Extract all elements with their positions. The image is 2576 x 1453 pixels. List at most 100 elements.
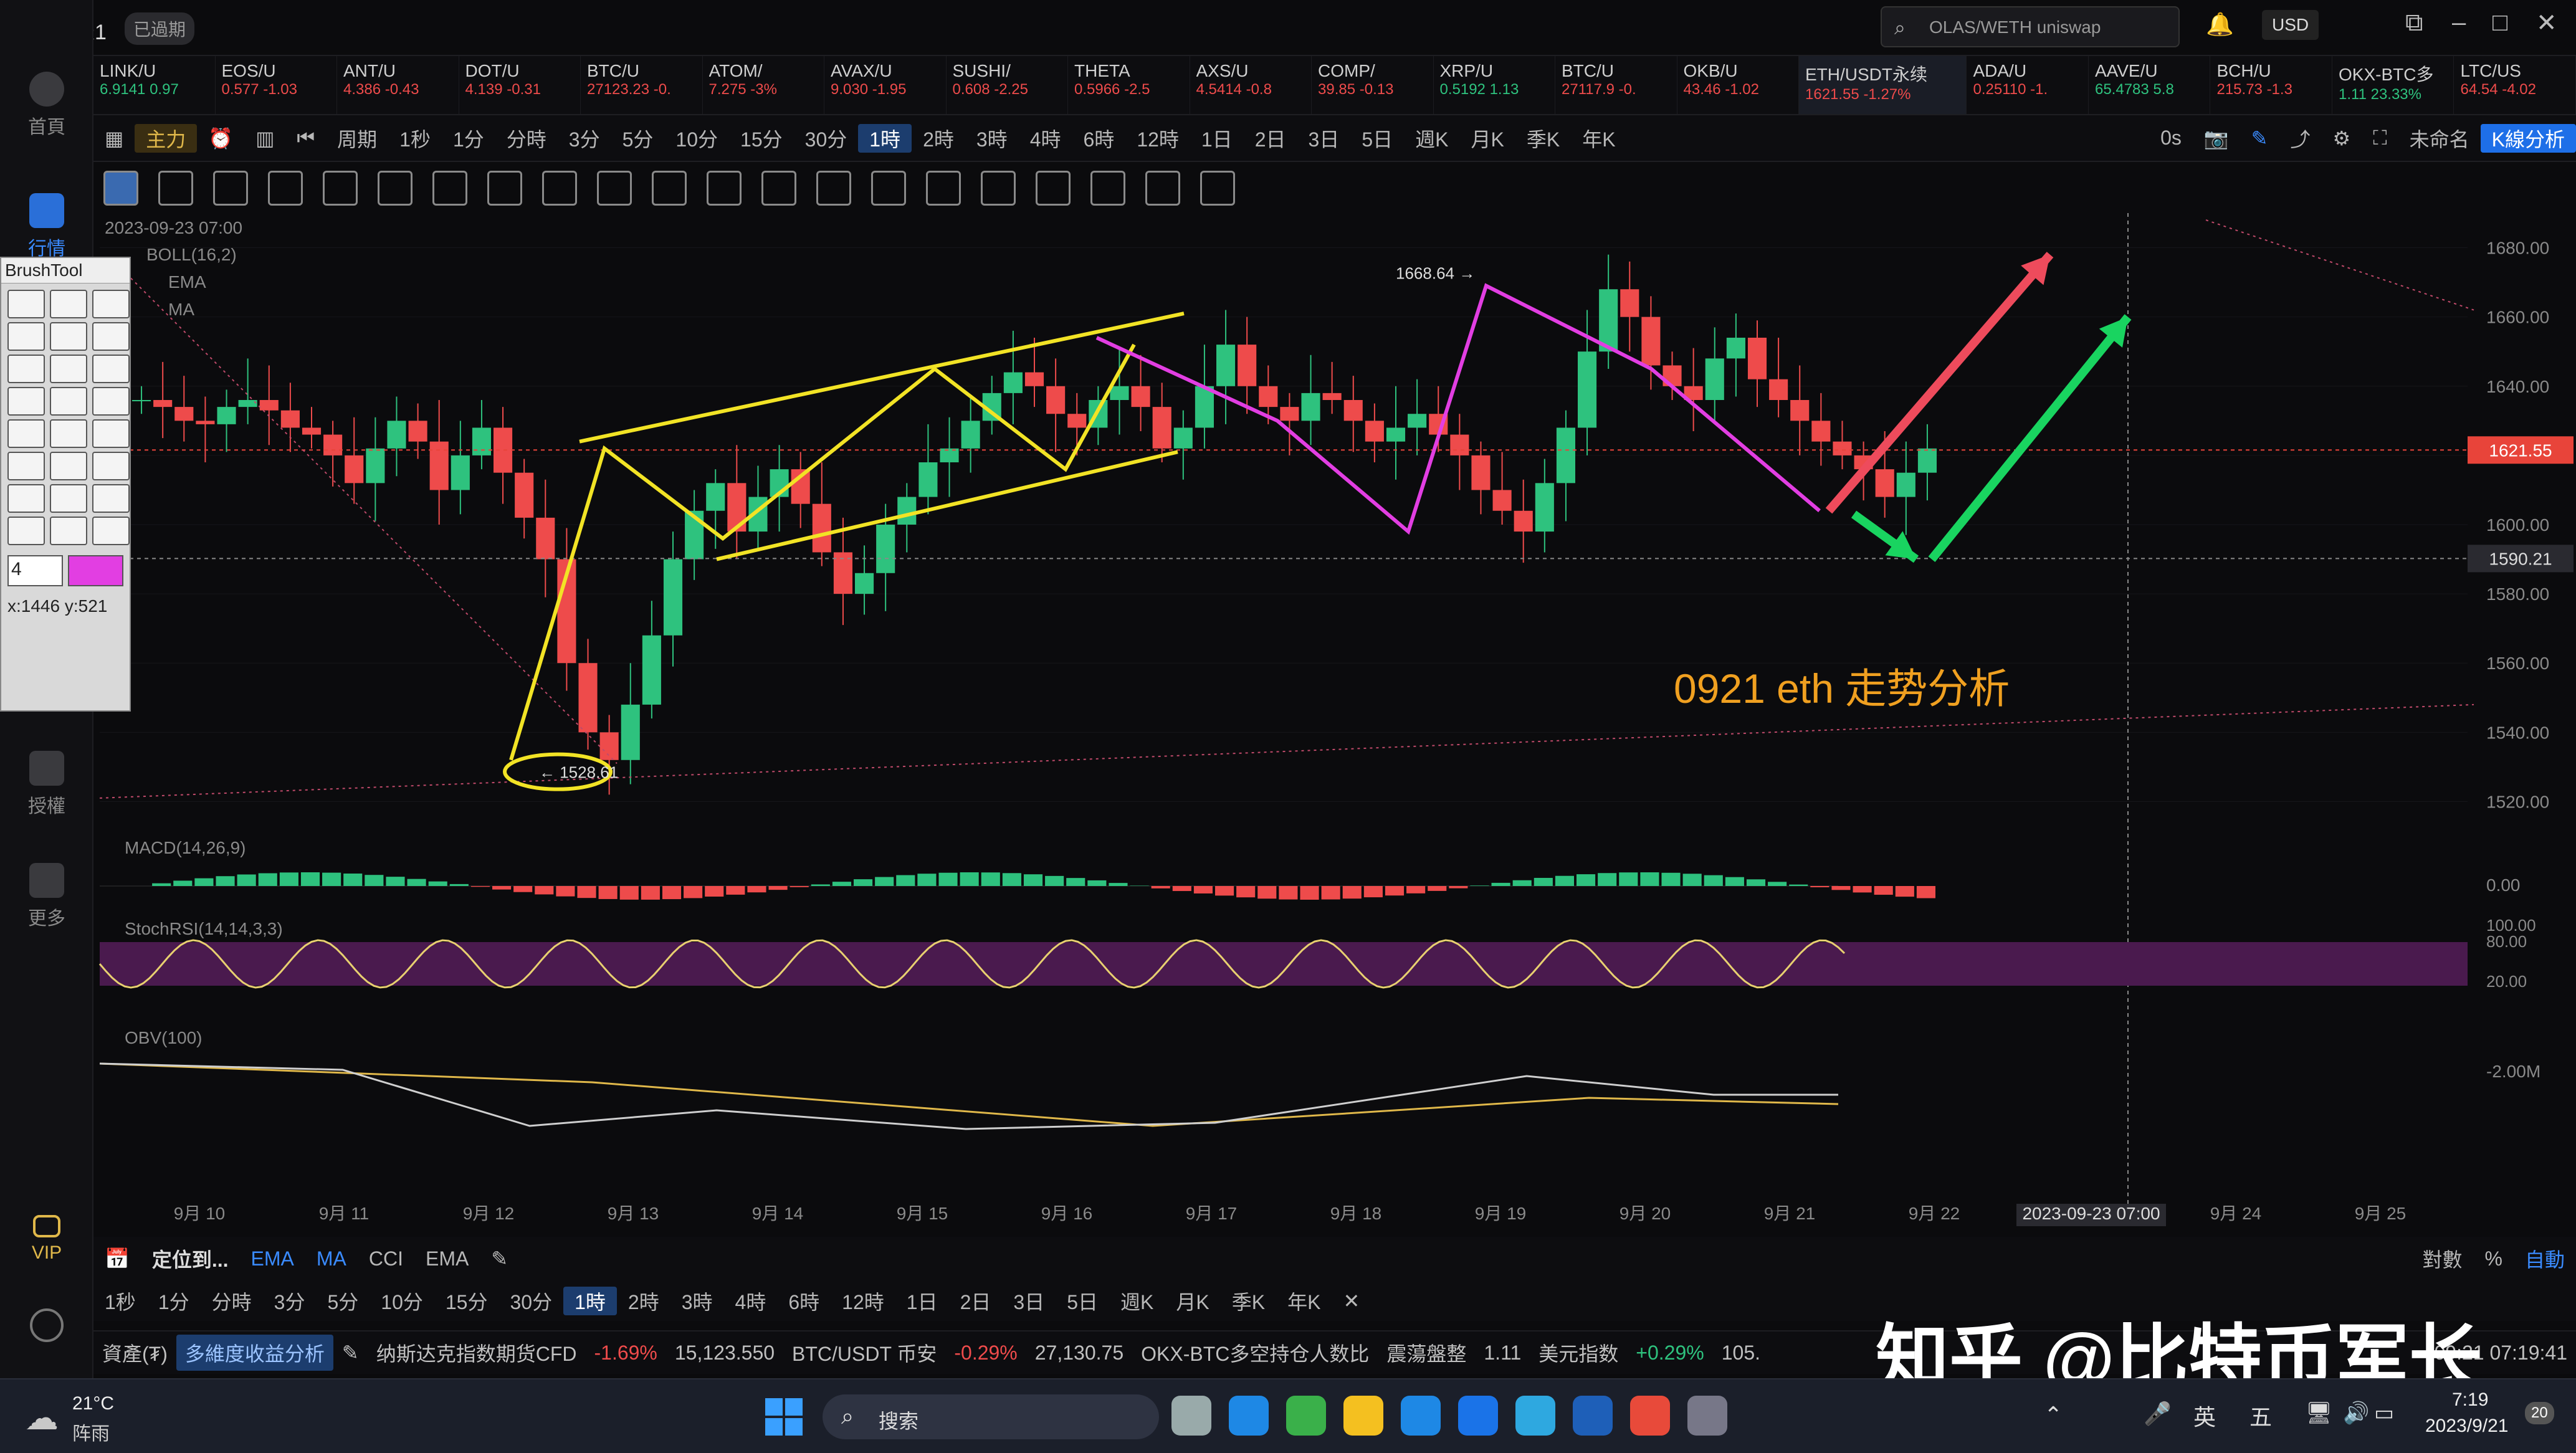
ticker-14[interactable]: ETH/USDT永续 1621.55 -1.27% <box>1799 56 1967 114</box>
reset-icon[interactable] <box>1200 171 1235 206</box>
notification-badge[interactable]: 20 <box>2525 1402 2554 1424</box>
cloud-layout[interactable]: 未命名 <box>2398 124 2481 153</box>
bottom-period-21[interactable]: 年K <box>1276 1287 1332 1315</box>
period-12[interactable]: 6時 <box>1072 124 1126 153</box>
alarm-icon[interactable]: ⏰ <box>197 126 244 150</box>
assets-label[interactable]: 資產(₮) <box>93 1338 176 1367</box>
erase-icon[interactable] <box>597 171 632 206</box>
measure-icon[interactable] <box>707 171 742 206</box>
taskbar-app-1-icon[interactable] <box>1229 1396 1269 1436</box>
trash-icon[interactable] <box>1036 171 1071 206</box>
ticker-9[interactable]: AXS/U 4.5414 -0.8 <box>1190 56 1312 114</box>
taskbar-app-4-icon[interactable] <box>1401 1396 1441 1436</box>
period-11[interactable]: 4時 <box>1019 124 1072 153</box>
brush-tool-23-icon[interactable] <box>92 517 130 545</box>
main-button[interactable]: 主力 <box>135 123 198 153</box>
taskbar-app-5-icon[interactable] <box>1458 1396 1498 1436</box>
calendar-icon[interactable]: 📅 <box>93 1247 141 1270</box>
bottom-period-0[interactable]: 1秒 <box>93 1287 147 1315</box>
bottom-period-15[interactable]: 2日 <box>949 1287 1003 1315</box>
brush-tool-21-icon[interactable] <box>7 517 45 545</box>
period-9[interactable]: 2時 <box>912 124 965 153</box>
camera-icon[interactable]: 📷 <box>2193 126 2240 150</box>
log-toggle[interactable]: 對數 <box>2411 1244 2474 1273</box>
line-icon[interactable] <box>158 171 193 206</box>
brush-tool-0-icon[interactable] <box>7 290 45 318</box>
brush-tool-17-icon[interactable] <box>92 452 130 480</box>
period-5[interactable]: 10分 <box>664 124 729 153</box>
period-15[interactable]: 2日 <box>1244 124 1297 153</box>
nav-home[interactable]: 首頁 <box>0 72 93 139</box>
bell-icon[interactable]: 🔔 <box>2206 11 2234 37</box>
period-6[interactable]: 15分 <box>729 124 794 153</box>
bottom-period-18[interactable]: 週K <box>1109 1287 1165 1315</box>
mic-icon[interactable]: 🎤 <box>2144 1401 2172 1427</box>
brush-tool-8-icon[interactable] <box>92 355 130 383</box>
auto-toggle[interactable]: 自動 <box>2514 1244 2576 1273</box>
indicator-boll[interactable]: BOLL(16,2) <box>146 245 237 265</box>
ticker-6[interactable]: AVAX/U 9.030 -1.95 <box>824 56 947 114</box>
tag-cci[interactable]: CCI <box>358 1247 414 1270</box>
list-icon[interactable] <box>981 171 1016 206</box>
lock-icon[interactable] <box>871 171 906 206</box>
period-10[interactable]: 3時 <box>965 124 1019 153</box>
brush-tool-14-icon[interactable] <box>92 419 130 448</box>
bottom-period-1[interactable]: 1分 <box>147 1287 201 1315</box>
brush-size-select[interactable]: 4 <box>7 555 64 586</box>
brush-tool-7-icon[interactable] <box>50 355 87 383</box>
taskbar-app-9-icon[interactable] <box>1687 1396 1727 1436</box>
ticker-18[interactable]: OKX-BTC多 1.11 23.33% <box>2332 56 2454 114</box>
indicator-ema[interactable]: EMA <box>168 272 206 292</box>
bottom-period-2[interactable]: 分時 <box>201 1287 263 1315</box>
brush-tool-20-icon[interactable] <box>92 484 130 513</box>
k-analysis-button[interactable]: K線分析 <box>2480 123 2576 153</box>
tag-ema-2[interactable]: EMA <box>414 1247 480 1270</box>
ruler-icon[interactable] <box>761 171 796 206</box>
ticker-1[interactable]: EOS/U 0.577 -1.03 <box>216 56 337 114</box>
ticker-19[interactable]: LTC/US 64.54 -4.02 <box>2454 56 2576 114</box>
ticker-17[interactable]: BCH/U 215.73 -1.3 <box>2210 56 2332 114</box>
indicator-ma[interactable]: MA <box>168 300 194 320</box>
close-periods-icon[interactable]: ✕ <box>1332 1289 1371 1313</box>
settings-icon[interactable] <box>30 1308 64 1342</box>
brush-tool-11-icon[interactable] <box>92 387 130 416</box>
tag-ma[interactable]: MA <box>305 1247 358 1270</box>
brush-tool-18-icon[interactable] <box>7 484 45 513</box>
clock-time[interactable]: 7:19 <box>2452 1389 2488 1411</box>
brush-tool-13-icon[interactable] <box>50 419 87 448</box>
bottom-period-9[interactable]: 2時 <box>617 1287 670 1315</box>
tag-ema[interactable]: EMA <box>240 1247 305 1270</box>
taskbar-app-0-icon[interactable] <box>1171 1396 1211 1436</box>
maximize-icon[interactable]: □ <box>2493 9 2507 37</box>
bottom-period-11[interactable]: 4時 <box>724 1287 778 1315</box>
bottom-period-12[interactable]: 6時 <box>777 1287 831 1315</box>
ticker-13[interactable]: OKB/U 43.46 -1.02 <box>1677 56 1799 114</box>
panel-icon[interactable]: ▥ <box>244 126 285 150</box>
settings-small-icon[interactable]: ⚙ <box>2322 126 2362 150</box>
ticker-15[interactable]: ADA/U 0.25110 -1. <box>1967 56 2089 114</box>
brush-tool-12-icon[interactable] <box>7 419 45 448</box>
search-input[interactable]: ⌕ OLAS/WETH uniswap <box>1881 6 2180 47</box>
bottom-period-17[interactable]: 5日 <box>1056 1287 1109 1315</box>
ticker-12[interactable]: BTC/U 27117.9 -0. <box>1555 56 1677 114</box>
bottom-period-16[interactable]: 3日 <box>1002 1287 1056 1315</box>
pattern-icon[interactable] <box>378 171 413 206</box>
brush-tool-1-icon[interactable] <box>50 290 87 318</box>
ticker-16[interactable]: AAVE/U 65.4783 5.8 <box>2089 56 2211 114</box>
period-19[interactable]: 月K <box>1460 124 1515 153</box>
nav-more[interactable]: 更多 <box>0 863 93 930</box>
taskbar-app-3-icon[interactable] <box>1343 1396 1383 1436</box>
bottom-period-8[interactable]: 1時 <box>563 1286 617 1315</box>
brush-tool-16-icon[interactable] <box>50 452 87 480</box>
taskbar-app-6-icon[interactable] <box>1515 1396 1555 1436</box>
brush-tool-2-icon[interactable] <box>92 290 130 318</box>
minimize-icon[interactable]: – <box>2452 9 2466 37</box>
period-3[interactable]: 3分 <box>558 124 611 153</box>
network-icon[interactable]: 🖥 <box>2306 1401 2332 1426</box>
nav-auth[interactable]: 授權 <box>0 751 93 818</box>
crosshair-icon[interactable] <box>432 171 467 206</box>
brush-tool-22-icon[interactable] <box>50 517 87 545</box>
period-17[interactable]: 5日 <box>1350 124 1404 153</box>
period-4[interactable]: 5分 <box>611 124 665 153</box>
restore-icon[interactable]: ⧉ <box>2405 9 2423 37</box>
